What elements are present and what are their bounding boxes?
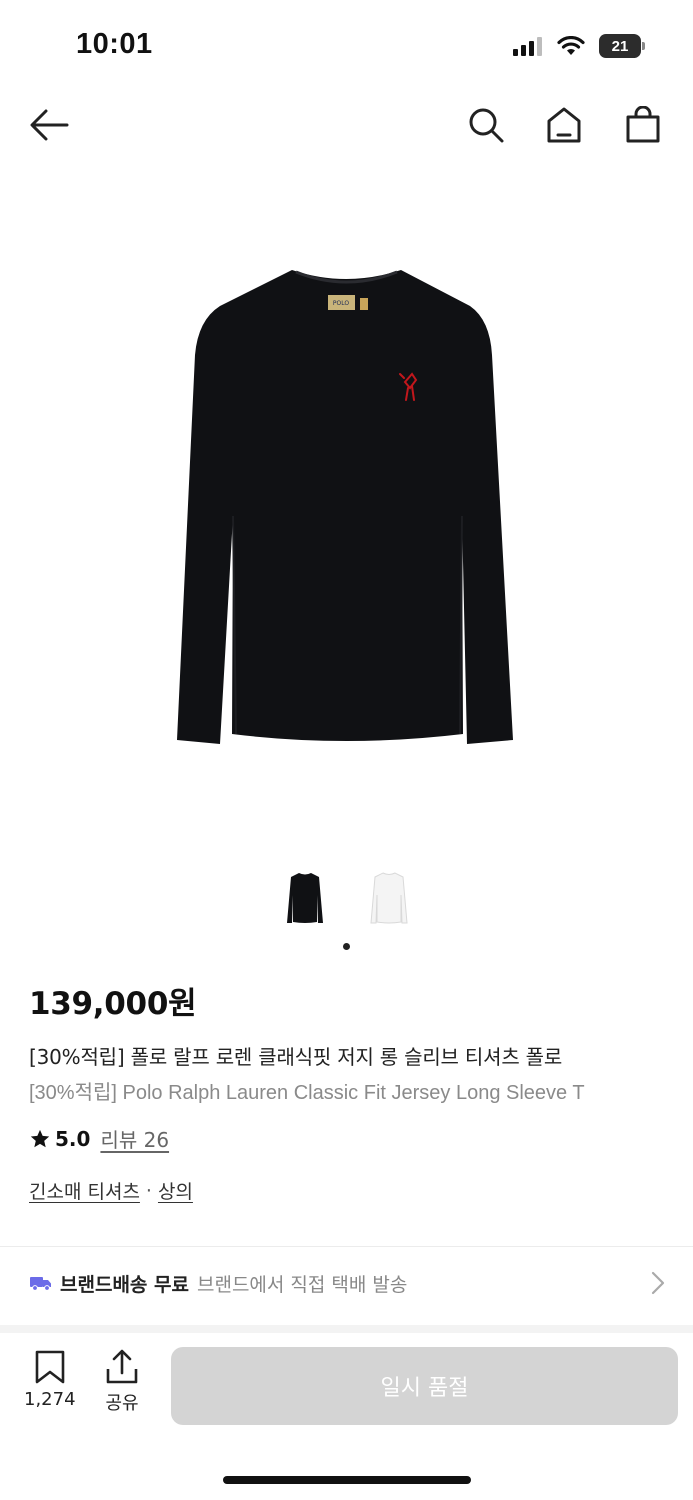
back-button[interactable] [27,103,71,147]
battery-icon: 21 [599,34,645,58]
home-icon [547,107,581,143]
rating-row: 5.0 리뷰 26 [29,1124,169,1153]
home-indicator [223,1476,471,1484]
section-divider [0,1325,693,1333]
thumbnail-black[interactable] [283,868,327,928]
battery-level: 21 [611,37,629,55]
back-arrow-icon [30,109,69,141]
chevron-right-icon [651,1271,665,1295]
wishlist-count: 1,274 [24,1389,76,1410]
category-link-longsleeve[interactable]: 긴소매 티셔츠 [29,1177,140,1204]
cart-button[interactable] [621,103,665,147]
category-breadcrumb: 긴소매 티셔츠 · 상의 [29,1177,193,1204]
share-button[interactable]: 공유 [104,1349,140,1415]
delivery-truck-icon [30,1277,51,1291]
search-button[interactable] [464,103,508,147]
thumbnail-white[interactable] [367,868,411,928]
shipping-description: 브랜드에서 직접 택배 발송 [196,1273,408,1296]
carousel-indicator-dot [343,943,350,950]
status-icons: 21 [513,34,645,58]
share-label: 공유 [105,1393,139,1414]
shopping-bag-icon [626,106,660,143]
wifi-icon [557,36,585,55]
home-button[interactable] [542,103,586,147]
rating-score: 5.0 [55,1126,91,1151]
status-time: 10:01 [76,28,153,60]
status-bar: 10:01 21 [0,0,693,95]
thumbnail-strip [0,868,693,938]
search-icon [469,108,504,143]
bottom-action-bar: 1,274 공유 일시 품절 [0,1333,693,1500]
bookmark-icon [35,1350,65,1384]
star-icon [30,1129,50,1147]
category-separator: · [145,1179,152,1202]
shipping-info-row[interactable]: 브랜드배송 무료 브랜드에서 직접 택배 발송 [0,1247,693,1319]
share-icon [106,1349,138,1384]
category-link-tops[interactable]: 상의 [158,1177,193,1204]
product-title-korean: [30%적립] 폴로 랄프 로렌 클래식핏 저지 롱 슬리브 티셔츠 폴로 [29,1045,563,1069]
product-title-english: [30%적립] Polo Ralph Lauren Classic Fit Je… [29,1082,585,1104]
thumbnail-white-shirt-image [369,872,408,924]
review-count-link[interactable]: 리뷰 26 [100,1124,169,1153]
svg-text:POLO: POLO [333,300,349,307]
sold-out-button[interactable]: 일시 품절 [171,1347,678,1425]
nav-bar [0,95,693,155]
product-price: 139,000원 [29,986,197,1022]
product-image[interactable]: POLO [0,160,693,850]
black-longsleeve-shirt-image: POLO [177,270,513,744]
wishlist-button[interactable]: 1,274 [24,1349,76,1410]
signal-icon [513,37,542,56]
thumbnail-black-shirt-image [286,873,323,923]
shipping-free-label: 브랜드배송 무료 [60,1273,189,1296]
